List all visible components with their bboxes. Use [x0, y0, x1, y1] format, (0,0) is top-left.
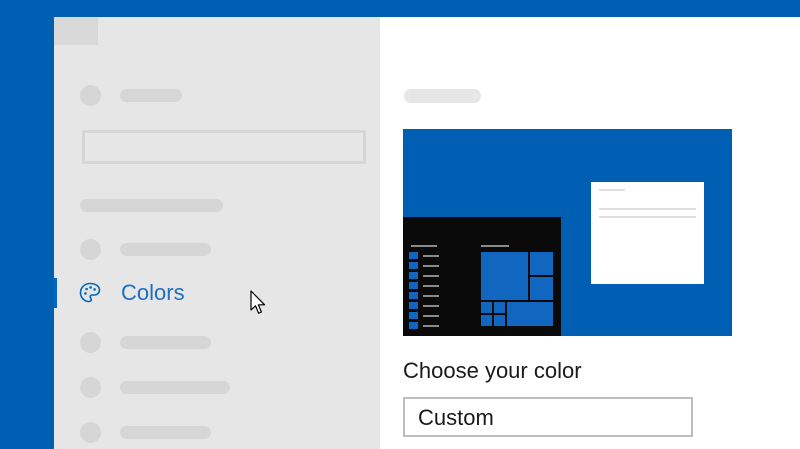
preview-tiles-header: [481, 245, 509, 247]
sidebar-item-label: Colors: [121, 280, 185, 305]
preview-app-icon: [409, 312, 418, 319]
preview-tile: [481, 252, 528, 300]
preview-tile: [530, 252, 553, 275]
colors-page: Choose your color Custom: [380, 17, 800, 449]
selection-indicator: [54, 278, 57, 308]
background-icon: [80, 239, 101, 260]
sidebar-item-colors[interactable]: Colors: [54, 275, 380, 311]
preview-app-icon: [409, 322, 418, 329]
preview-tile: [481, 315, 492, 326]
section-heading: [80, 199, 223, 212]
sidebar-item-background[interactable]: [120, 243, 211, 256]
preview-app-icon: [409, 282, 418, 289]
preview-tile: [494, 315, 505, 326]
preview-window-title: [599, 189, 625, 191]
preview-app-icon: [409, 292, 418, 299]
dropdown-selected-value: Custom: [418, 405, 494, 430]
preview-window-text: [599, 208, 696, 210]
page-title: [404, 89, 481, 103]
sidebar-item-lock-screen[interactable]: [120, 336, 211, 349]
preview-app-icon: [409, 262, 418, 269]
preview-tile: [481, 302, 492, 313]
settings-window: Colors Choose your color Custom: [54, 17, 800, 449]
sidebar: Colors: [54, 17, 380, 449]
preview-app-icon: [409, 252, 418, 259]
color-mode-dropdown[interactable]: Custom: [403, 397, 693, 437]
preview-app-window: [591, 182, 704, 284]
preview-app-name: [423, 325, 439, 327]
preview-tile: [530, 277, 553, 300]
sidebar-item-fonts[interactable]: [120, 426, 211, 439]
mouse-cursor-icon: [250, 290, 266, 314]
preview-app-name: [423, 275, 439, 277]
sidebar-item-themes[interactable]: [120, 381, 230, 394]
lock-screen-icon: [80, 332, 101, 353]
preview-app-name: [423, 305, 439, 307]
preview-app-icon: [409, 302, 418, 309]
preview-app-name: [423, 255, 439, 257]
preview-tile: [507, 302, 553, 326]
choose-color-label: Choose your color: [403, 358, 582, 383]
preview-start-menu: [403, 217, 561, 336]
palette-icon: [79, 282, 101, 303]
preview-window-text: [599, 216, 696, 218]
back-button[interactable]: [54, 17, 98, 45]
search-input[interactable]: [82, 130, 366, 164]
fonts-icon: [80, 422, 101, 443]
sidebar-item-home-label[interactable]: [120, 89, 182, 102]
preview-app-name: [423, 285, 439, 287]
preview-tile: [494, 302, 505, 313]
preview-app-icon: [409, 272, 418, 279]
preview-start-list-header: [411, 245, 437, 247]
preview-app-name: [423, 295, 439, 297]
preview-app-name: [423, 265, 439, 267]
color-preview: [403, 129, 732, 336]
home-icon: [80, 85, 101, 106]
themes-icon: [80, 377, 101, 398]
preview-app-name: [423, 315, 439, 317]
